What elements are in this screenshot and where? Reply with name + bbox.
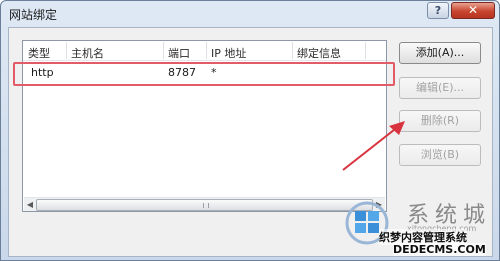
column-separator[interactable] bbox=[292, 42, 293, 59]
title-bar: 网站绑定 ? ✕ bbox=[1, 1, 499, 25]
cell-type: http bbox=[31, 66, 54, 79]
column-separator[interactable] bbox=[66, 42, 67, 59]
edit-button[interactable]: 编辑(E)... bbox=[399, 77, 481, 99]
close-icon: ✕ bbox=[467, 3, 479, 17]
watermark: 系统城 xitongcheng.com 织梦内容管理系统 DEDECMS.COM bbox=[341, 197, 500, 261]
watermark-line2: DEDECMS.COM bbox=[393, 243, 486, 256]
column-separator[interactable] bbox=[206, 42, 207, 59]
scroll-thumb[interactable] bbox=[36, 199, 373, 211]
column-header-ip[interactable]: IP 地址 bbox=[211, 45, 246, 60]
column-separator[interactable] bbox=[365, 42, 366, 59]
site-bindings-dialog: 网站绑定 ? ✕ 类型 主机名 端口 IP 地址 绑定信息 http 8787 … bbox=[0, 0, 500, 261]
column-header-type[interactable]: 类型 bbox=[28, 45, 50, 60]
column-separator[interactable] bbox=[163, 42, 164, 59]
horizontal-scrollbar[interactable]: ◀ ▶ bbox=[24, 197, 385, 211]
list-header: 类型 主机名 端口 IP 地址 绑定信息 bbox=[23, 41, 386, 61]
column-header-hostname[interactable]: 主机名 bbox=[71, 45, 104, 60]
remove-button[interactable]: 删除(R) bbox=[399, 110, 481, 132]
help-button[interactable]: ? bbox=[427, 2, 449, 19]
column-header-info[interactable]: 绑定信息 bbox=[297, 45, 341, 60]
cell-ip: * bbox=[211, 66, 217, 79]
cell-port: 8787 bbox=[168, 66, 196, 79]
scroll-left-icon[interactable]: ◀ bbox=[25, 200, 35, 210]
help-icon: ? bbox=[434, 4, 442, 17]
table-row[interactable]: http 8787 * bbox=[23, 63, 386, 81]
add-button[interactable]: 添加(A)... bbox=[399, 42, 481, 64]
bindings-list[interactable]: 类型 主机名 端口 IP 地址 绑定信息 http 8787 * ◀ ▶ bbox=[22, 40, 387, 212]
annotation-arrow-icon bbox=[342, 121, 405, 171]
column-header-port[interactable]: 端口 bbox=[168, 45, 190, 60]
grip-icon bbox=[203, 203, 209, 208]
close-button[interactable]: ✕ bbox=[451, 2, 495, 19]
browse-button[interactable]: 浏览(B) bbox=[399, 144, 481, 166]
dialog-title: 网站绑定 bbox=[9, 8, 58, 22]
